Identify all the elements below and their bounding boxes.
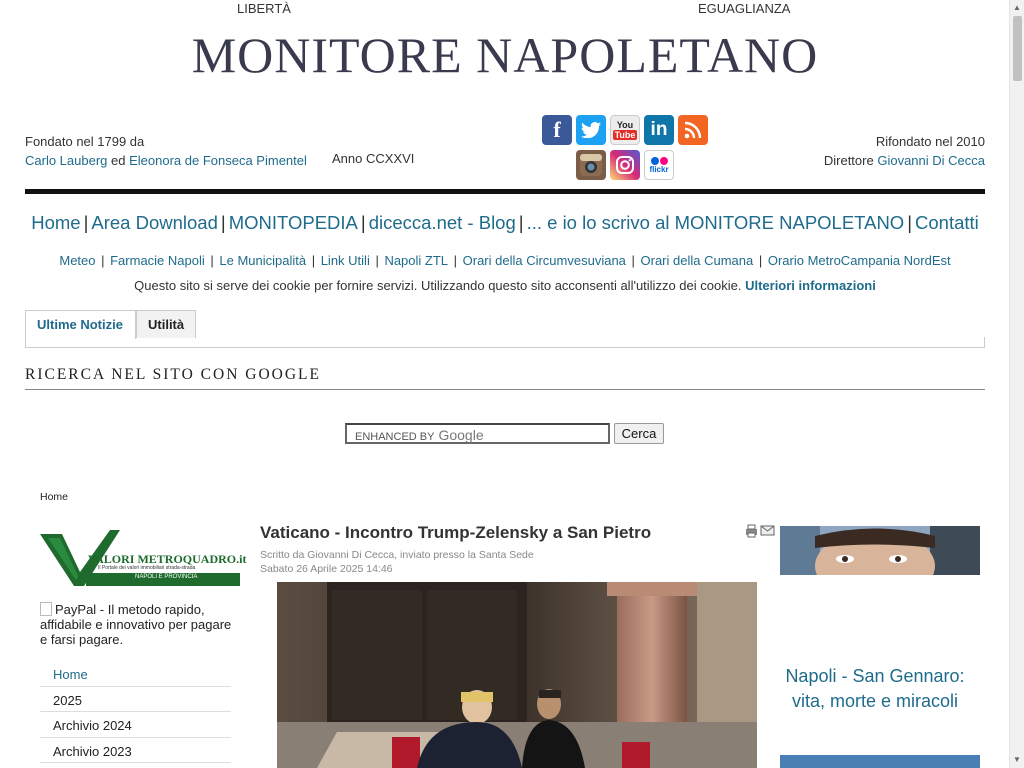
founded-info: Fondato nel 1799 da Carlo Lauberg ed Ele… (25, 132, 307, 170)
tab-panel (25, 337, 985, 348)
sub-nav: Meteo | Farmacie Napoli | Le Municipalit… (59, 253, 951, 268)
valori-metroquadro-logo[interactable]: VALORI METROQUADRO.it Il Portale dei val… (40, 524, 246, 586)
motto-right: EGUAGLIANZA (698, 1, 791, 16)
enhanced-by-label: ENHANCED BY (355, 431, 435, 443)
refounded-text: Rifondato nel 2010 (875, 134, 985, 149)
flickr-icon[interactable]: flickr (644, 150, 674, 180)
facebook-icon[interactable]: f (542, 115, 572, 145)
scrollbar-thumb[interactable] (1013, 16, 1022, 81)
logo-tagline: Il Portale dei valori immobiliari strada… (98, 565, 196, 571)
subnav-circumvesuviana[interactable]: Orari della Circumvesuviana (463, 253, 626, 268)
menu-item-archivio-2024[interactable]: Archivio 2024 (40, 712, 231, 738)
header-divider (25, 189, 985, 194)
broken-image-icon (40, 602, 52, 616)
paypal-banner[interactable]: PayPal - Il metodo rapido, affidabile e … (40, 602, 240, 647)
nav-monitopedia[interactable]: MONITOPEDIA (229, 212, 358, 233)
nav-scrivo[interactable]: ... e io lo scrivo al MONITORE NAPOLETAN… (527, 212, 905, 233)
menu-item-archivio-2023[interactable]: Archivio 2023 (40, 738, 231, 763)
nav-home[interactable]: Home (31, 212, 80, 233)
main-nav: Home | Area Download | MONITOPEDIA | dicecca.n… (31, 212, 979, 233)
youtube-icon[interactable]: You Tube (610, 115, 640, 145)
page-scrollbar[interactable]: ▲ ▼ (1009, 0, 1024, 768)
article-actions (744, 524, 776, 543)
google-search-input[interactable]: ENHANCED BY Google (345, 423, 610, 444)
sidebar-thumbnail-2[interactable] (780, 755, 980, 768)
article-author: Scritto da Giovanni Di Cecca, inviato pr… (260, 549, 534, 561)
breadcrumb[interactable]: Home (40, 491, 68, 503)
instagram-old-icon[interactable] (576, 150, 606, 180)
founder-1-link[interactable]: Carlo Lauberg (25, 153, 107, 168)
cookie-more-link[interactable]: Ulteriori informazioni (745, 278, 876, 293)
subnav-municipalita[interactable]: Le Municipalità (219, 253, 306, 268)
san-gennaro-thumbnail[interactable] (780, 526, 980, 575)
paypal-alt-text: PayPal - Il metodo rapido, affidabile e … (40, 602, 232, 647)
subnav-link-utili[interactable]: Link Utili (321, 253, 370, 268)
subnav-metrocampania[interactable]: Orario MetroCampania NordEst (768, 253, 951, 268)
subnav-meteo[interactable]: Meteo (59, 253, 95, 268)
founded-text: Fondato nel 1799 da (25, 134, 145, 149)
nav-blog[interactable]: dicecca.net - Blog (369, 212, 516, 233)
subnav-ztl[interactable]: Napoli ZTL (384, 253, 448, 268)
site-title[interactable]: MONITORE NAPOLETANO (0, 26, 1010, 84)
archive-menu: Home 2025 Archivio 2024 Archivio 2023 (40, 661, 231, 763)
search-heading: RICERCA NEL SITO CON GOOGLE (25, 366, 321, 383)
article-title[interactable]: Vaticano - Incontro Trump-Zelensky a San… (260, 523, 651, 543)
subnav-cumana[interactable]: Orari della Cumana (641, 253, 754, 268)
print-email-icons (746, 524, 775, 538)
rss-icon[interactable] (678, 115, 708, 145)
scroll-up-icon[interactable]: ▲ (1013, 3, 1021, 12)
scroll-down-icon[interactable]: ▼ (1013, 755, 1021, 764)
motto-left: LIBERTÀ (237, 1, 291, 16)
director-label: Direttore (823, 153, 874, 168)
founder-2-link[interactable]: Eleonora de Fonseca Pimentel (129, 153, 307, 168)
email-icon (760, 525, 775, 536)
menu-item-home[interactable]: Home (40, 661, 231, 687)
nav-area-download[interactable]: Area Download (91, 212, 218, 233)
instagram-icon[interactable] (610, 150, 640, 180)
article-date: Sabato 26 Aprile 2025 14:46 (260, 563, 393, 575)
cookie-notice: Questo sito si serve dei cookie per forn… (25, 278, 985, 293)
cookie-text: Questo sito si serve dei cookie per forn… (134, 278, 742, 293)
logo-region: NAPOLI E PROVINCIA (135, 574, 198, 580)
article-meta: Scritto da Giovanni Di Cecca, inviato pr… (260, 548, 534, 576)
anno: Anno CCXXVI (332, 151, 415, 166)
nav-contatti[interactable]: Contatti (915, 212, 979, 233)
article-photo[interactable] (277, 582, 757, 768)
search-button[interactable]: Cerca (614, 423, 664, 444)
subnav-farmacie[interactable]: Farmacie Napoli (110, 253, 205, 268)
tab-ultime-notizie[interactable]: Ultime Notizie (25, 310, 136, 339)
founder-conj: ed (111, 153, 126, 168)
search-divider (25, 389, 985, 390)
san-gennaro-link[interactable]: Napoli - San Gennaro: vita, morte e mira… (780, 664, 970, 714)
google-logo: Google (438, 427, 484, 443)
menu-item-2025[interactable]: 2025 (40, 687, 231, 712)
linkedin-icon[interactable]: in (644, 115, 674, 145)
print-icon (746, 524, 757, 538)
refounded-info: Rifondato nel 2010 Direttore Giovanni Di… (824, 132, 985, 170)
director-link[interactable]: Giovanni Di Cecca (877, 153, 985, 168)
twitter-icon[interactable] (576, 115, 606, 145)
tab-utilita[interactable]: Utilità (136, 310, 196, 338)
